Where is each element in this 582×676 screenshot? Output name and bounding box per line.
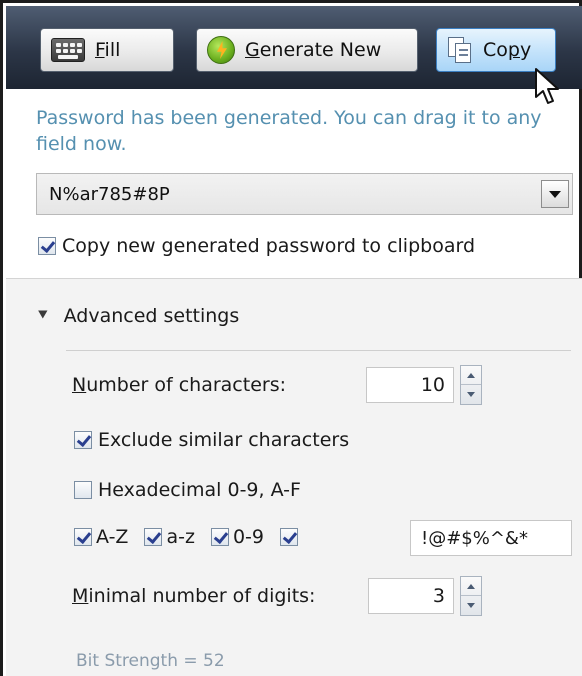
set-symbols-option[interactable] xyxy=(279,528,298,546)
number-of-characters-label: Number of characters: xyxy=(72,374,287,396)
character-sets: A-Z a-z 0-9 xyxy=(74,526,314,548)
spin-up-button[interactable] xyxy=(461,366,481,385)
digits-checkbox[interactable] xyxy=(210,528,229,546)
digits-label: 0-9 xyxy=(232,526,264,548)
exclude-similar-option[interactable]: Exclude similar characters xyxy=(74,429,349,451)
fill-button[interactable]: Fill xyxy=(40,28,174,72)
double-chevron-down-icon: ⯆ xyxy=(36,306,50,326)
copy-icon xyxy=(447,36,473,64)
bit-strength-text: Bit Strength = 52 xyxy=(76,651,225,671)
arrow-up-icon xyxy=(467,583,475,589)
spin-up-button[interactable] xyxy=(461,577,481,596)
copy-to-clipboard-checkbox[interactable] xyxy=(38,237,56,255)
minimal-digits-label: Minimal number of digits: xyxy=(72,585,316,607)
number-of-characters-input[interactable]: 10 xyxy=(366,367,454,403)
set-lowercase-option[interactable]: a-z xyxy=(144,526,195,548)
lowercase-checkbox[interactable] xyxy=(144,528,163,546)
fill-button-label: Fill xyxy=(95,39,121,61)
exclude-similar-checkbox[interactable] xyxy=(74,431,92,449)
uppercase-label: A-Z xyxy=(96,526,129,548)
arrow-down-icon xyxy=(467,603,475,608)
copy-to-clipboard-option[interactable]: Copy new generated password to clipboard xyxy=(38,235,475,257)
symbols-checkbox[interactable] xyxy=(279,528,298,546)
copy-to-clipboard-label: Copy new generated password to clipboard xyxy=(62,235,476,257)
password-combobox[interactable] xyxy=(36,173,573,215)
password-dropdown-button[interactable] xyxy=(541,180,569,208)
arrow-down-icon xyxy=(467,392,475,397)
mouse-cursor-icon xyxy=(535,68,559,104)
spin-down-button[interactable] xyxy=(461,385,481,404)
divider xyxy=(66,350,571,351)
set-digits-option[interactable]: 0-9 xyxy=(210,526,264,548)
spin-down-button[interactable] xyxy=(461,596,481,615)
advanced-settings-toggle[interactable]: ⯆ Advanced settings xyxy=(36,305,239,327)
exclude-similar-label: Exclude similar characters xyxy=(98,429,350,451)
symbols-input[interactable]: !@#$%^&* xyxy=(410,520,572,556)
hexadecimal-label: Hexadecimal 0-9, A-F xyxy=(98,479,301,501)
minimal-digits-spinner[interactable] xyxy=(460,576,482,616)
copy-button-label: Copy xyxy=(483,39,532,61)
lightning-icon xyxy=(207,36,235,64)
advanced-settings-panel: ⯆ Advanced settings Number of characters… xyxy=(6,278,582,676)
copy-button[interactable]: Copy xyxy=(436,28,556,72)
generate-new-button-label: Generate New xyxy=(245,39,382,61)
hexadecimal-checkbox[interactable] xyxy=(74,481,92,499)
toolbar: Fill Generate New Copy xyxy=(6,6,582,89)
hexadecimal-option[interactable]: Hexadecimal 0-9, A-F xyxy=(74,479,301,501)
arrow-up-icon xyxy=(467,372,475,378)
number-of-characters-spinner[interactable] xyxy=(460,365,482,405)
password-generator-window: Fill Generate New Copy Password has been… xyxy=(0,0,582,676)
minimal-digits-input[interactable]: 3 xyxy=(368,578,454,614)
keyboard-icon xyxy=(51,38,85,62)
lowercase-label: a-z xyxy=(166,526,195,548)
uppercase-checkbox[interactable] xyxy=(74,528,92,546)
generate-new-button[interactable]: Generate New xyxy=(196,28,418,72)
chevron-down-icon xyxy=(549,190,561,198)
password-field[interactable] xyxy=(37,174,539,214)
advanced-settings-header: Advanced settings xyxy=(63,305,240,327)
set-uppercase-option[interactable]: A-Z xyxy=(74,526,128,548)
info-message: Password has been generated. You can dra… xyxy=(36,107,542,155)
